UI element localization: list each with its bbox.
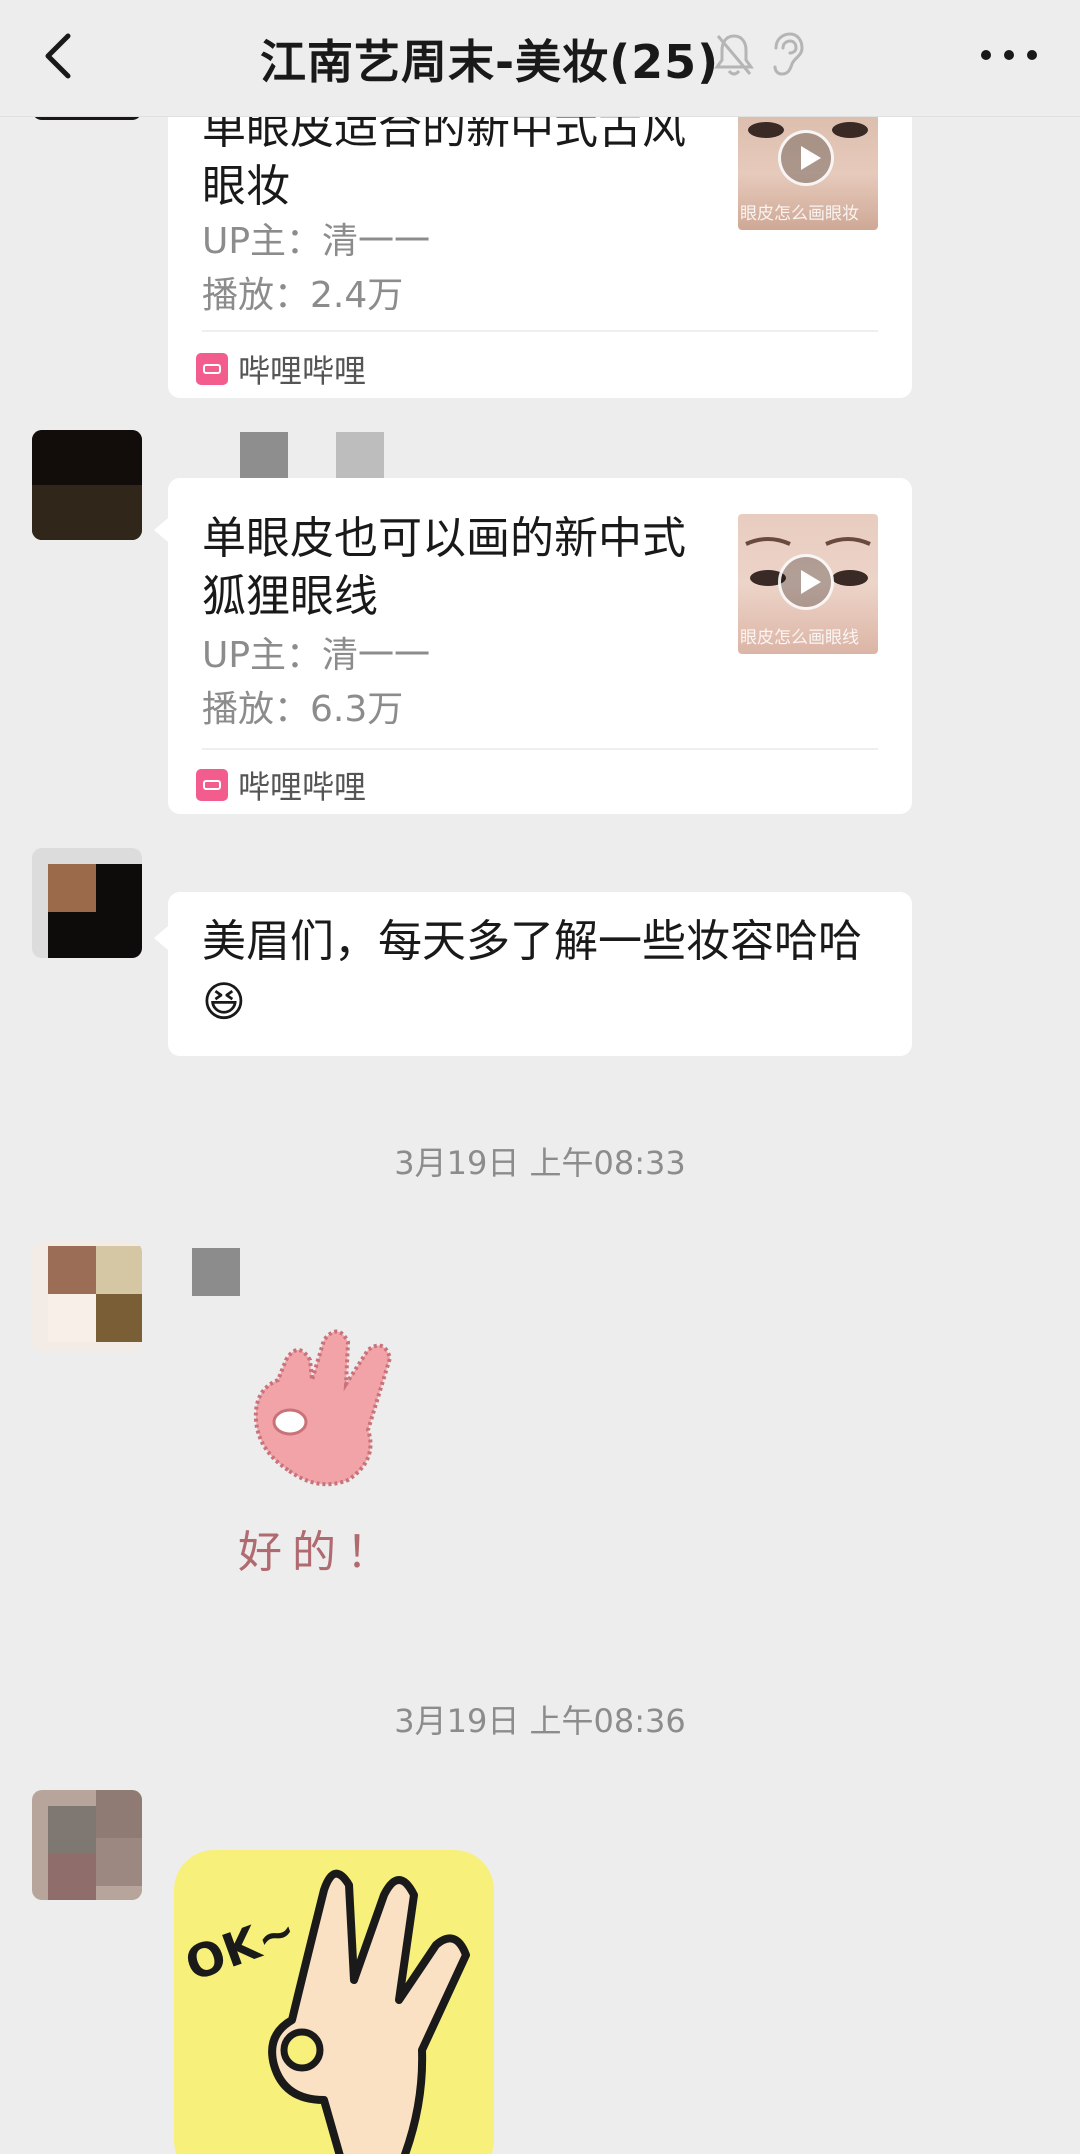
card-divider	[202, 330, 878, 332]
video-title-line: 单眼皮也可以画的新中式	[202, 513, 686, 564]
sticker-caption: 好的！	[238, 1527, 400, 1578]
source-name: 哔哩哔哩	[238, 768, 367, 806]
source-label: 哔哩哔哩	[196, 762, 366, 808]
avatar[interactable]	[32, 1790, 142, 1900]
sender-name-blurred	[192, 430, 392, 480]
grinning-squint-emoji: 😆	[202, 977, 246, 1026]
message-text: 美眉们，每天多了解一些妆容哈哈	[202, 916, 862, 967]
video-plays: 播放：6.3万	[202, 689, 404, 730]
play-icon	[778, 554, 834, 610]
video-title: 单眼皮适合的新中式古风 眼妆	[202, 100, 712, 216]
video-title: 单眼皮也可以画的新中式 狐狸眼线	[202, 510, 712, 626]
avatar[interactable]	[32, 848, 142, 958]
chat-bubble[interactable]: 美眉们，每天多了解一些妆容哈哈 😆	[154, 892, 912, 1056]
video-card[interactable]: 单眼皮也可以画的新中式 狐狸眼线 UP主：清一一 播放：6.3万 眼皮怎么画眼线…	[154, 478, 912, 814]
more-dots-icon	[981, 50, 1037, 60]
chevron-left-icon	[45, 33, 71, 79]
thumbnail-caption: 眼皮怎么画眼妆	[740, 204, 859, 224]
chat-header: 江南艺周末-美妆(25)	[0, 0, 1080, 117]
timestamp: 3月19日 上午08:36	[394, 1702, 686, 1740]
avatar[interactable]	[32, 430, 142, 540]
bilibili-logo-icon	[196, 353, 228, 385]
hand-sticker[interactable]: 好的！	[228, 1320, 448, 1580]
video-plays: 播放：2.4万	[202, 275, 404, 316]
back-button[interactable]	[34, 24, 90, 88]
timestamp: 3月19日 上午08:33	[394, 1144, 686, 1182]
video-title-line: 狐狸眼线	[202, 571, 378, 622]
play-icon	[778, 130, 834, 186]
sender-name-blurred	[192, 1248, 252, 1296]
bubble-tail	[154, 926, 168, 950]
source-name: 哔哩哔哩	[238, 352, 367, 390]
ok-hand-icon	[253, 1329, 393, 1487]
chat-title: 江南艺周末-美妆(25)	[260, 35, 720, 89]
video-uploader: UP主：清一一	[202, 221, 431, 262]
video-title-line: 眼妆	[202, 161, 290, 212]
video-uploader: UP主：清一一	[202, 635, 431, 676]
more-button[interactable]	[974, 30, 1044, 80]
bell-off-icon	[714, 34, 754, 76]
video-thumbnail: 眼皮怎么画眼线	[738, 514, 878, 654]
title-status-icons	[712, 30, 812, 80]
ear-icon	[773, 32, 804, 76]
bubble-tail	[154, 518, 168, 542]
ok-hand-icon	[268, 1869, 470, 2154]
avatar[interactable]	[32, 1242, 142, 1352]
thumbnail-caption: 眼皮怎么画眼线	[740, 628, 859, 648]
card-divider	[202, 748, 878, 750]
bilibili-logo-icon	[196, 769, 228, 801]
source-label: 哔哩哔哩	[196, 346, 366, 392]
ok-sticker[interactable]: OK~	[174, 1850, 494, 2154]
